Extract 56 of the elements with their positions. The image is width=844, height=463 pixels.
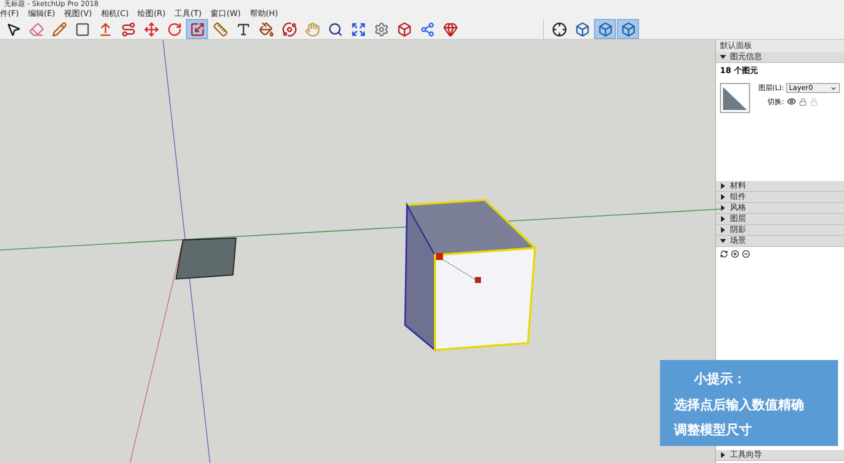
expanded-triangle-icon (720, 54, 726, 60)
entity-count: 18 个图元 (719, 65, 759, 77)
gear-icon (374, 22, 388, 36)
panel-section-header[interactable]: 阴影 (716, 225, 844, 236)
panel-section-header[interactable]: 风格 (716, 203, 844, 214)
menu-item[interactable]: 窗口(W) (210, 8, 241, 20)
ruler-icon (212, 22, 228, 36)
refresh-icon[interactable] (720, 250, 728, 258)
paint-bucket-icon (258, 22, 274, 36)
eye-icon[interactable] (787, 97, 796, 106)
menu-item[interactable]: 编辑(E) (28, 8, 56, 20)
cube-icon (598, 22, 612, 36)
square-icon (74, 22, 90, 36)
push-pull-icon (98, 22, 112, 36)
rotate-icon (166, 22, 182, 36)
expand-icon (350, 22, 366, 36)
hand-icon (304, 22, 320, 36)
panel-section-header[interactable]: 图元信息 (716, 52, 844, 63)
eraser-icon (28, 22, 44, 36)
gem-icon (442, 22, 458, 36)
remove-icon[interactable] (742, 250, 750, 258)
move-icon (144, 22, 158, 36)
add-icon[interactable] (731, 250, 739, 258)
lock-icon[interactable] (799, 98, 807, 106)
menu-item[interactable]: 视图(V) (64, 8, 92, 20)
tip-title: 小提示： (692, 371, 747, 389)
menu-item[interactable]: 件(F) (0, 8, 19, 20)
select-arrow-icon (6, 22, 20, 36)
box-icon (396, 22, 412, 36)
panel-section-header[interactable]: 图层 (716, 214, 844, 225)
tip-text: 选择点后输入数值精确 (674, 396, 805, 414)
cube-icon (574, 22, 590, 36)
panel-section-header[interactable]: 组件 (716, 192, 844, 203)
collapsed-triangle-icon (720, 452, 726, 458)
scale-icon (190, 22, 204, 36)
zoom-icon (328, 22, 342, 36)
pencil-icon (52, 22, 66, 36)
caret-icon (830, 84, 837, 92)
panel-section-header[interactable]: 材料 (716, 181, 844, 192)
path-icon (120, 22, 136, 36)
menu-item[interactable]: 绘图(R) (138, 8, 166, 20)
panel-section-header[interactable]: 工具向导 (716, 450, 844, 461)
crosshair-icon (552, 22, 566, 36)
orbit-icon (282, 22, 296, 36)
square-face (175, 237, 237, 280)
panel-title: 默认面板 (716, 40, 844, 52)
menu-item[interactable]: 工具(T) (174, 8, 202, 20)
cube-icon (620, 22, 636, 36)
panel-section-header[interactable]: 场景 (716, 236, 844, 247)
face-thumbnail-icon (720, 83, 750, 113)
tip-text: 调整模型尺寸 (674, 422, 753, 440)
share-icon (420, 22, 434, 36)
expanded-triangle-icon (720, 238, 726, 244)
menu-item[interactable]: 帮助(H) (250, 8, 278, 20)
menu-item[interactable]: 相机(C) (100, 8, 129, 20)
text-icon (236, 22, 250, 36)
